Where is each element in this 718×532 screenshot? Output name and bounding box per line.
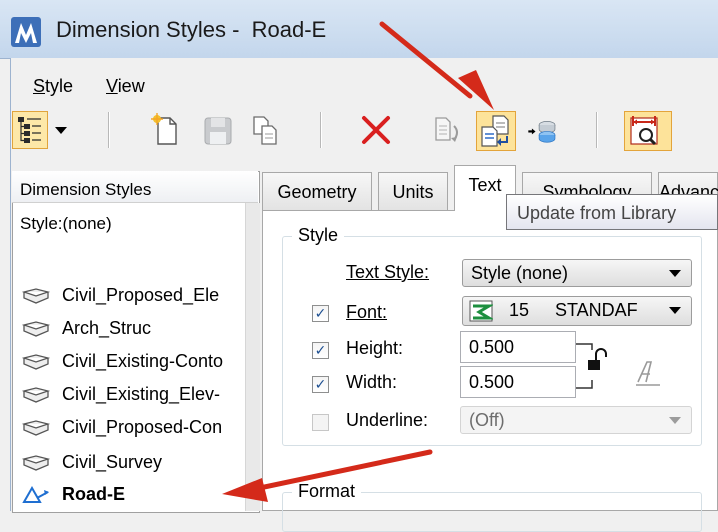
window-title: Dimension Styles - Road-E — [56, 17, 327, 42]
dimension-style-icon — [22, 288, 50, 304]
dimension-style-icon — [22, 420, 50, 436]
width-label: Width: — [346, 372, 398, 392]
save-icon[interactable] — [200, 112, 236, 148]
tab-geometry[interactable]: Geometry — [262, 172, 372, 210]
text-style-label: Text Style: — [346, 262, 430, 282]
dimension-style-icon — [22, 455, 50, 471]
height-input[interactable]: 0.500 — [460, 331, 576, 363]
list-item[interactable]: Arch_Struc — [18, 312, 254, 346]
height-checkbox[interactable]: ✓ — [312, 342, 329, 359]
dimension-style-icon — [22, 387, 50, 403]
tree-list-icon — [18, 117, 41, 143]
dimension-style-icon — [22, 321, 50, 337]
dimension-style-icon — [22, 354, 50, 370]
new-style-icon[interactable] — [148, 112, 184, 148]
menu-view[interactable]: View — [106, 76, 145, 97]
font-checkbox[interactable]: ✓ — [312, 305, 329, 322]
copy-style-icon[interactable] — [248, 112, 284, 148]
format-group-label: Format — [292, 481, 362, 502]
list-item-selected[interactable]: Road-E — [18, 478, 254, 512]
font-label: Font: — [346, 302, 388, 322]
chevron-down-icon — [669, 417, 681, 424]
text-slant-icon — [636, 361, 660, 386]
tree-view-button[interactable] — [12, 111, 48, 149]
font-type-icon — [469, 300, 493, 322]
toolbar-separator — [320, 112, 322, 148]
chevron-down-icon[interactable] — [54, 125, 68, 135]
chevron-down-icon — [669, 270, 681, 277]
update-from-library-button[interactable] — [476, 111, 516, 151]
tab-units[interactable]: Units — [378, 172, 448, 210]
toolbar-separator — [596, 112, 598, 148]
update-from-library-icon — [481, 115, 509, 147]
reset-style-icon[interactable] — [430, 112, 466, 148]
preview-zoom-button[interactable] — [624, 111, 672, 151]
height-label: Height: — [346, 338, 404, 358]
aspect-lock-icon[interactable] — [576, 336, 610, 396]
width-checkbox[interactable]: ✓ — [312, 376, 329, 393]
tooltip: Update from Library — [506, 194, 718, 230]
list-item[interactable]: Civil_Proposed_Ele — [18, 279, 254, 313]
list-item[interactable]: Civil_Existing-Conto — [18, 345, 254, 379]
underline-dropdown[interactable]: (Off) — [460, 406, 692, 434]
menu-style[interactable]: Style — [33, 76, 73, 97]
underline-label: Underline: — [346, 410, 429, 430]
width-input[interactable]: 0.500 — [460, 366, 576, 398]
toolbar-separator — [108, 112, 110, 148]
font-dropdown[interactable]: 15 STANDAF — [462, 296, 692, 326]
active-dimension-style-icon — [22, 486, 49, 503]
export-to-library-icon[interactable] — [524, 112, 560, 148]
delete-icon[interactable] — [358, 112, 394, 148]
magnify-dimension-icon — [630, 116, 658, 146]
list-header-label: Dimension Styles — [20, 180, 152, 199]
style-filter-label: Style:(none) — [20, 214, 112, 233]
chevron-down-icon — [669, 307, 681, 314]
text-style-dropdown[interactable]: Style (none) — [462, 259, 692, 287]
list-item[interactable]: Civil_Survey — [18, 446, 254, 480]
list-item[interactable]: Civil_Proposed-Con — [18, 411, 254, 445]
list-scrollbar[interactable] — [245, 203, 260, 511]
app-logo-icon — [11, 17, 41, 47]
list-item[interactable]: Civil_Existing_Elev- — [18, 378, 254, 412]
underline-checkbox[interactable] — [312, 414, 329, 431]
style-group-label: Style — [292, 225, 345, 246]
